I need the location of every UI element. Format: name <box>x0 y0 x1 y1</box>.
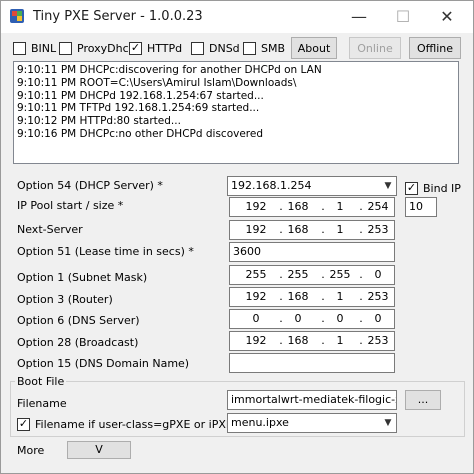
ip-octet: 168 <box>287 334 309 347</box>
ip-octet: 253 <box>367 290 389 303</box>
smb-label: SMB <box>261 41 286 55</box>
boot-file-group-title: Boot File <box>15 375 67 388</box>
ip-octet: 0 <box>294 312 302 325</box>
httpd-label: HTTPd <box>147 41 183 55</box>
maximize-button[interactable]: ☐ <box>381 1 425 33</box>
alt-filename-value: menu.ipxe <box>231 416 289 429</box>
alt-filename-label: Filename if user-class=gPXE or iPXE <box>35 417 233 431</box>
router-label: Option 3 (Router) <box>17 293 113 306</box>
smb-checkbox-row[interactable]: SMB <box>243 39 285 57</box>
ip-octet: 254 <box>367 200 389 213</box>
title-bar[interactable]: Tiny PXE Server - 1.0.0.23 — ☐ ✕ <box>1 1 473 33</box>
ip-octet: 255 <box>245 268 267 281</box>
router-ip-field[interactable]: 192. 168. 1. 253 <box>229 287 395 307</box>
log-line: 9:10:11 PM DHCPd 192.168.1.254:67 starte… <box>17 89 264 102</box>
more-label: More <box>17 444 45 457</box>
binl-label: BINL <box>31 41 57 55</box>
ip-octet: 0 <box>374 268 382 281</box>
ip-octet: 168 <box>287 200 309 213</box>
log-line: 9:10:11 PM ROOT=C:\Users\Amirul Islam\Do… <box>17 76 297 89</box>
ip-octet: 0 <box>336 312 344 325</box>
ip-octet: 192 <box>245 200 267 213</box>
dhcp-server-value: 192.168.1.254 <box>231 179 312 192</box>
main-window: Tiny PXE Server - 1.0.0.23 — ☐ ✕ BINL Pr… <box>0 0 474 474</box>
broadcast-label: Option 28 (Broadcast) <box>17 336 139 349</box>
domain-name-field[interactable] <box>229 353 395 373</box>
opt54-label: Option 54 (DHCP Server) * <box>17 179 163 192</box>
ip-octet: 0 <box>374 312 382 325</box>
pool-start-ip-field[interactable]: 192. 168. 1. 254 <box>229 197 395 217</box>
binl-checkbox[interactable] <box>13 41 26 55</box>
dnsd-label: DNSd <box>209 41 240 55</box>
chevron-down-icon[interactable]: ▼ <box>380 414 396 432</box>
alt-filename-checkbox-row[interactable]: ✓ Filename if user-class=gPXE or iPXE <box>17 415 233 433</box>
dns-server-label: Option 6 (DNS Server) <box>17 314 140 327</box>
ip-octet: 255 <box>329 268 351 281</box>
window-title: Tiny PXE Server - 1.0.0.23 <box>33 9 203 24</box>
log-line: 9:10:16 PM DHCPc:no other DHCPd discover… <box>17 127 264 140</box>
ip-octet: 1 <box>336 290 344 303</box>
httpd-checkbox-row[interactable]: ✓ HTTPd <box>129 39 182 57</box>
dns-server-ip-field[interactable]: 0. 0. 0. 0 <box>229 309 395 329</box>
more-toggle-button[interactable]: V <box>67 441 131 459</box>
chevron-down-icon[interactable]: ▼ <box>380 177 396 195</box>
ip-octet: 1 <box>336 223 344 236</box>
bind-ip-label: Bind IP <box>423 181 461 195</box>
bind-ip-checkbox[interactable]: ✓ <box>405 181 418 195</box>
ip-octet: 255 <box>287 268 309 281</box>
dnsd-checkbox[interactable] <box>191 41 204 55</box>
offline-button[interactable]: Offline <box>409 37 461 59</box>
browse-button[interactable]: ... <box>405 390 441 410</box>
ip-octet: 192 <box>245 223 267 236</box>
filename-label: Filename <box>17 397 67 410</box>
lease-time-field[interactable]: 3600 <box>229 242 395 262</box>
domain-name-label: Option 15 (DNS Domain Name) <box>17 357 190 370</box>
log-line: 9:10:11 PM TFTPd 192.168.1.254:69 starte… <box>17 102 260 115</box>
pool-label: IP Pool start / size * <box>17 199 124 212</box>
log-line: 9:10:12 PM HTTPd:80 started... <box>17 115 181 128</box>
ip-octet: 192 <box>245 290 267 303</box>
ip-octet: 253 <box>367 334 389 347</box>
alt-filename-combo[interactable]: menu.ipxe ▼ <box>227 413 397 433</box>
ip-octet: 1 <box>336 200 344 213</box>
ip-octet: 253 <box>367 223 389 236</box>
alt-filename-checkbox[interactable]: ✓ <box>17 417 30 431</box>
subnet-mask-label: Option 1 (Subnet Mask) <box>17 271 148 284</box>
ip-octet: 0 <box>252 312 260 325</box>
binl-checkbox-row[interactable]: BINL <box>13 39 56 57</box>
log-textarea[interactable]: 9:10:11 PM DHCPc:discovering for another… <box>13 61 459 164</box>
about-button[interactable]: About <box>291 37 337 59</box>
app-icon <box>10 9 24 23</box>
pool-size-field[interactable]: 10 <box>405 197 437 217</box>
dnsd-checkbox-row[interactable]: DNSd <box>191 39 240 57</box>
proxydhcp-checkbox-row[interactable]: ProxyDhcp <box>59 39 136 57</box>
next-server-label: Next-Server <box>17 223 83 236</box>
filename-field[interactable]: immortalwrt-mediatek-filogic-xiaomi_re <box>227 390 397 410</box>
httpd-checkbox[interactable]: ✓ <box>129 41 142 55</box>
ip-octet: 168 <box>287 223 309 236</box>
ip-octet: 1 <box>336 334 344 347</box>
smb-checkbox[interactable] <box>243 41 256 55</box>
ip-octet: 192 <box>245 334 267 347</box>
broadcast-ip-field[interactable]: 192. 168. 1. 253 <box>229 331 395 351</box>
proxydhcp-label: ProxyDhcp <box>77 41 136 55</box>
online-button[interactable]: Online <box>349 37 401 59</box>
proxydhcp-checkbox[interactable] <box>59 41 72 55</box>
minimize-button[interactable]: — <box>337 1 381 33</box>
ip-octet: 168 <box>287 290 309 303</box>
dhcp-server-combo[interactable]: 192.168.1.254 ▼ <box>227 176 397 196</box>
bind-ip-checkbox-row[interactable]: ✓ Bind IP <box>405 179 461 197</box>
subnet-mask-ip-field[interactable]: 255. 255. 255. 0 <box>229 265 395 285</box>
lease-label: Option 51 (Lease time in secs) * <box>17 245 194 258</box>
close-button[interactable]: ✕ <box>425 1 469 33</box>
log-line: 9:10:11 PM DHCPc:discovering for another… <box>17 64 322 76</box>
next-server-ip-field[interactable]: 192. 168. 1. 253 <box>229 220 395 240</box>
